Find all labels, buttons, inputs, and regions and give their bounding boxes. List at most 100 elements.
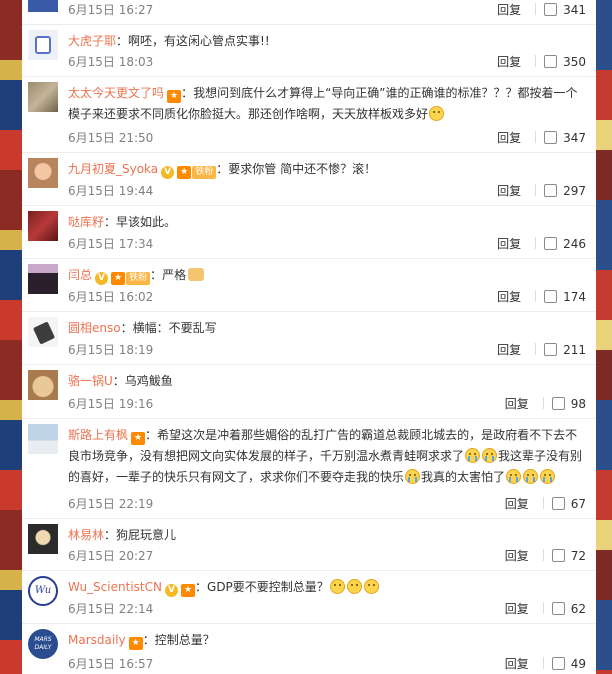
avatar[interactable] — [28, 424, 58, 454]
avatar[interactable] — [28, 82, 58, 112]
comment-time: 6月15日 20:27 — [68, 549, 154, 563]
like-count[interactable]: 62 — [571, 602, 586, 616]
commenter-name[interactable]: 哒库籽 — [68, 215, 104, 229]
fan-level-badge: ★ — [180, 584, 196, 597]
comment-list: 6月15日 16:27 回复 341 大虎子耶：啊呸，有这闲心管点实事!! 6月1… — [22, 0, 596, 674]
like-count[interactable]: 49 — [571, 657, 586, 671]
commenter-name[interactable]: 太太今天更文了吗 — [68, 86, 164, 100]
reply-button[interactable]: 回复 — [497, 3, 521, 17]
thumbs-up-icon[interactable] — [544, 343, 558, 356]
like-count[interactable]: 350 — [563, 55, 586, 69]
comment-meta: 6月15日 16:27 回复 341 — [68, 2, 586, 18]
verified-badge-icon: V — [95, 272, 109, 285]
avatar[interactable] — [28, 158, 58, 188]
commenter-name[interactable]: 骆一锅U — [68, 374, 113, 388]
comment-meta: 6月15日 18:03 回复 350 — [68, 54, 586, 70]
comment-time: 6月15日 22:19 — [68, 497, 154, 511]
reply-button[interactable]: 回复 — [497, 55, 521, 69]
verified-badge-icon: V — [161, 166, 175, 179]
reply-button[interactable]: 回复 — [505, 397, 529, 411]
avatar[interactable]: MARS DAILY — [28, 629, 58, 659]
like-count[interactable]: 297 — [563, 184, 586, 198]
comment-meta: 6月15日 16:57 回复 49 — [68, 656, 586, 672]
thumbs-up-icon[interactable] — [551, 602, 565, 615]
comment-item: 圆相enso：横幅：不要乱写 6月15日 18:19 回复 211 — [22, 312, 596, 365]
avatar[interactable] — [28, 524, 58, 554]
reply-button[interactable]: 回复 — [505, 497, 529, 511]
thumbs-up-icon[interactable] — [544, 290, 558, 303]
like-count[interactable]: 347 — [563, 131, 586, 145]
thumbs-up-icon[interactable] — [544, 184, 558, 197]
like-count[interactable]: 98 — [571, 397, 586, 411]
like-count[interactable]: 174 — [563, 290, 586, 304]
comment-body: ：乌鸡鲅鱼 — [112, 374, 173, 388]
reply-button[interactable]: 回复 — [497, 184, 521, 198]
comment-time: 6月15日 16:27 — [68, 3, 154, 17]
like-count[interactable]: 246 — [563, 237, 586, 251]
reply-button[interactable]: 回复 — [497, 237, 521, 251]
commenter-name[interactable]: Wu_ScientistCN — [68, 580, 162, 594]
reply-button[interactable]: 回复 — [505, 657, 529, 671]
comment-item: 林易林：狗屁玩意儿 6月15日 20:27 回复 72 — [22, 519, 596, 571]
thumbs-up-icon[interactable] — [544, 55, 558, 68]
comment-item: 大虎子耶：啊呸，有这闲心管点实事!! 6月15日 18:03 回复 350 — [22, 25, 596, 77]
thumbs-up-icon[interactable] — [551, 497, 565, 510]
comment-text: 大虎子耶：啊呸，有这闲心管点实事!! — [68, 31, 586, 52]
commenter-name[interactable]: 闫总 — [68, 268, 92, 282]
crying-emoji-icon — [482, 448, 498, 463]
commenter-name[interactable]: Marsdaily — [68, 633, 126, 647]
thumbs-up-icon[interactable] — [544, 131, 558, 144]
avatar[interactable] — [28, 211, 58, 241]
comment-meta: 6月15日 22:19 回复 67 — [68, 496, 586, 512]
reply-button[interactable]: 回复 — [497, 131, 521, 145]
thumbs-up-icon[interactable] — [544, 3, 558, 16]
thumbs-up-icon[interactable] — [551, 397, 565, 410]
reply-button[interactable]: 回复 — [497, 343, 521, 357]
avatar[interactable] — [28, 30, 58, 60]
divider — [535, 131, 537, 143]
like-count[interactable]: 211 — [563, 343, 586, 357]
comment-meta: 6月15日 21:50 回复 347 — [68, 130, 586, 146]
comment-time: 6月15日 19:44 — [68, 184, 154, 198]
thumbs-up-icon[interactable] — [551, 549, 565, 562]
comment-text: 林易林：狗屁玩意儿 — [68, 525, 586, 546]
emoji-icon — [329, 579, 345, 594]
reply-button[interactable]: 回复 — [505, 549, 529, 563]
comment-meta: 6月15日 19:44 回复 297 — [68, 183, 586, 199]
comment-item: Wu Wu_ScientistCN V ★ ：GDP要不要控制总量？ 6月15日 22… — [22, 571, 596, 624]
emoji-icon — [429, 106, 445, 121]
comment-body: ：狗屁玩意儿 — [104, 528, 177, 542]
comment-text: 闫总 V ★ 铁粉 ：严格 — [68, 265, 586, 286]
background-poster-left — [0, 0, 22, 674]
commenter-name[interactable]: 林易林 — [68, 528, 104, 542]
comment-body: ：控制总量？ — [142, 633, 215, 647]
commenter-name[interactable]: 大虎子耶 — [68, 34, 116, 48]
crying-emoji-icon — [465, 448, 481, 463]
avatar[interactable]: Wu — [28, 576, 58, 606]
fan-level-badge: ★ — [128, 637, 143, 650]
divider — [542, 549, 544, 561]
comment-text: 九月初夏_Syoka V ★ 铁粉 ：要求你管 简中还不惨？滚！ — [68, 159, 586, 180]
commenter-name[interactable]: 圆相enso — [68, 321, 121, 335]
commenter-name[interactable]: 斯路上有枫 — [68, 428, 128, 442]
commenter-name[interactable]: 九月初夏_Syoka — [68, 162, 158, 176]
like-count[interactable]: 341 — [563, 3, 586, 17]
avatar[interactable] — [28, 370, 58, 400]
comment-body: ：严格 — [150, 268, 187, 282]
like-count[interactable]: 72 — [571, 549, 586, 563]
reply-button[interactable]: 回复 — [497, 290, 521, 304]
avatar[interactable] — [28, 317, 58, 347]
avatar[interactable] — [28, 0, 58, 12]
comment-meta: 6月15日 17:34 回复 246 — [68, 236, 586, 252]
comment-time: 6月15日 18:03 — [68, 55, 154, 69]
like-count[interactable]: 67 — [571, 497, 586, 511]
thumbs-up-icon[interactable] — [551, 657, 565, 670]
comment-item: 骆一锅U：乌鸡鲅鱼 6月15日 19:16 回复 98 — [22, 365, 596, 419]
verified-badge-icon: V — [164, 584, 178, 597]
comment-meta: 6月15日 18:19 回复 211 — [68, 342, 586, 358]
comment-meta: 6月15日 22:14 回复 62 — [68, 601, 586, 617]
thumbs-up-icon[interactable] — [544, 237, 558, 250]
avatar[interactable] — [28, 264, 58, 294]
reply-button[interactable]: 回复 — [505, 602, 529, 616]
divider — [542, 397, 544, 409]
